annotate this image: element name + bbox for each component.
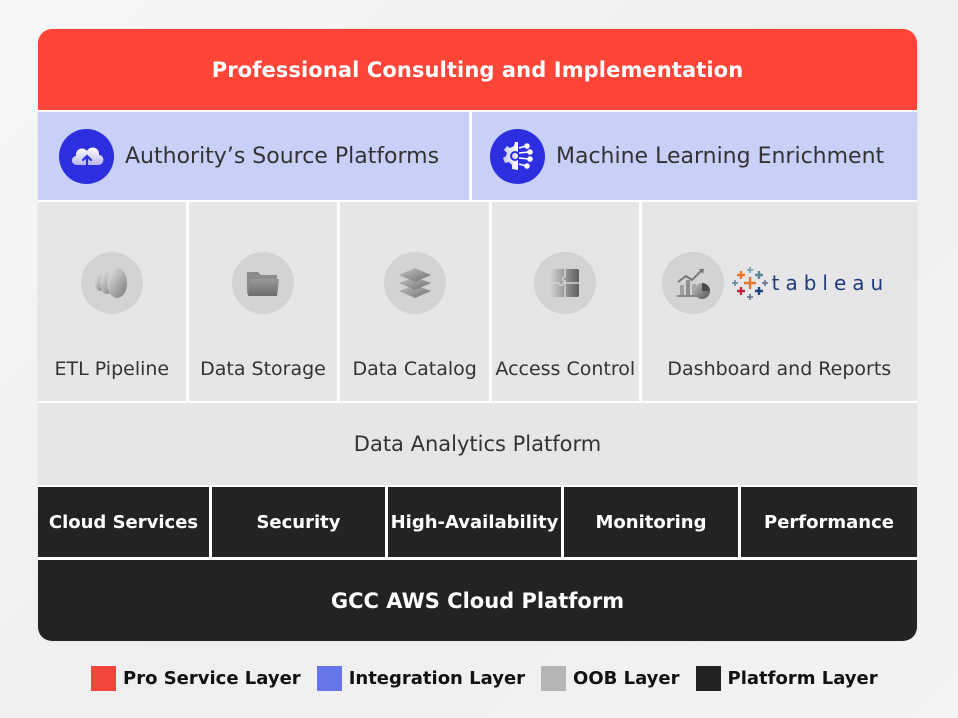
folder-icon <box>231 252 294 314</box>
oob-label: ETL Pipeline <box>54 358 170 380</box>
integration-item-ml-enrichment: Machine Learning Enrichment <box>472 112 917 200</box>
oob-label: Dashboard and Reports <box>667 358 892 380</box>
legend-swatch <box>541 666 567 691</box>
tableau-logo: tableau <box>731 265 890 301</box>
tableau-wordmark: tableau <box>771 271 890 295</box>
platform-item-monitoring: Monitoring <box>564 487 738 557</box>
platform-item-security: Security <box>212 487 385 557</box>
oob-item-dashboard-reports: tableau Dashboard and Reports <box>641 202 917 401</box>
puzzle-icon <box>534 252 597 314</box>
legend-swatch <box>316 666 342 691</box>
oob-item-etl-pipeline: ETL Pipeline <box>38 202 186 401</box>
legend-item-platform: Platform Layer <box>695 666 878 691</box>
integration-label: Authority’s Source Platforms <box>125 143 440 169</box>
layers-icon <box>383 252 446 314</box>
data-analytics-title: Data Analytics Platform <box>353 432 602 456</box>
pro-service-title: Professional Consulting and Implementati… <box>211 57 744 82</box>
platform-item-label: Security <box>256 511 341 533</box>
oob-item-data-storage: Data Storage <box>188 202 338 401</box>
gcc-platform-title: GCC AWS Cloud Platform <box>330 588 625 613</box>
legend-swatch <box>695 666 721 691</box>
legend-item-oob: OOB Layer <box>541 666 680 691</box>
legend: Pro Service Layer Integration Layer OOB … <box>91 666 894 691</box>
platform-item-high-availability: High-Availability <box>388 487 561 557</box>
oob-label: Access Control <box>495 358 636 380</box>
platform-item-performance: Performance <box>741 487 917 557</box>
pipeline-icon <box>80 252 143 314</box>
oob-item-access-control: Access Control <box>491 202 639 401</box>
legend-label: Pro Service Layer <box>123 668 301 689</box>
data-analytics-platform: Data Analytics Platform <box>38 403 917 485</box>
gcc-aws-cloud-platform: GCC AWS Cloud Platform <box>38 560 917 641</box>
oob-label: Data Catalog <box>352 358 477 380</box>
cloud-upload-icon <box>59 128 114 184</box>
legend-item-integration: Integration Layer <box>316 666 526 691</box>
oob-item-data-catalog: Data Catalog <box>340 202 489 401</box>
ai-gear-circuit-icon <box>490 128 545 184</box>
legend-label: OOB Layer <box>573 668 680 689</box>
tableau-crosses-icon <box>731 267 768 300</box>
legend-label: Integration Layer <box>348 668 526 689</box>
oob-layer: ETL Pipeline Data Storage Data Catalog A… <box>38 202 917 401</box>
pro-service-layer: Professional Consulting and Implementati… <box>38 29 917 110</box>
platform-item-label: Cloud Services <box>48 511 199 533</box>
legend-label: Platform Layer <box>727 668 878 689</box>
legend-item-pro-service: Pro Service Layer <box>91 666 301 691</box>
integration-layer: Authority’s Source Platforms Machine Lea… <box>38 112 917 200</box>
integration-label: Machine Learning Enrichment <box>556 143 885 169</box>
platform-item-cloud-services: Cloud Services <box>38 487 209 557</box>
platform-services-row: Cloud Services Security High-Availabilit… <box>38 487 917 557</box>
platform-item-label: Monitoring <box>595 511 707 533</box>
chart-icon <box>661 252 724 314</box>
platform-item-label: Performance <box>764 511 894 533</box>
architecture-diagram: Professional Consulting and Implementati… <box>38 29 917 641</box>
oob-label: Data Storage <box>200 358 326 380</box>
integration-item-source-platforms: Authority’s Source Platforms <box>38 112 469 200</box>
legend-swatch <box>91 666 116 691</box>
platform-item-label: High-Availability <box>390 511 559 533</box>
